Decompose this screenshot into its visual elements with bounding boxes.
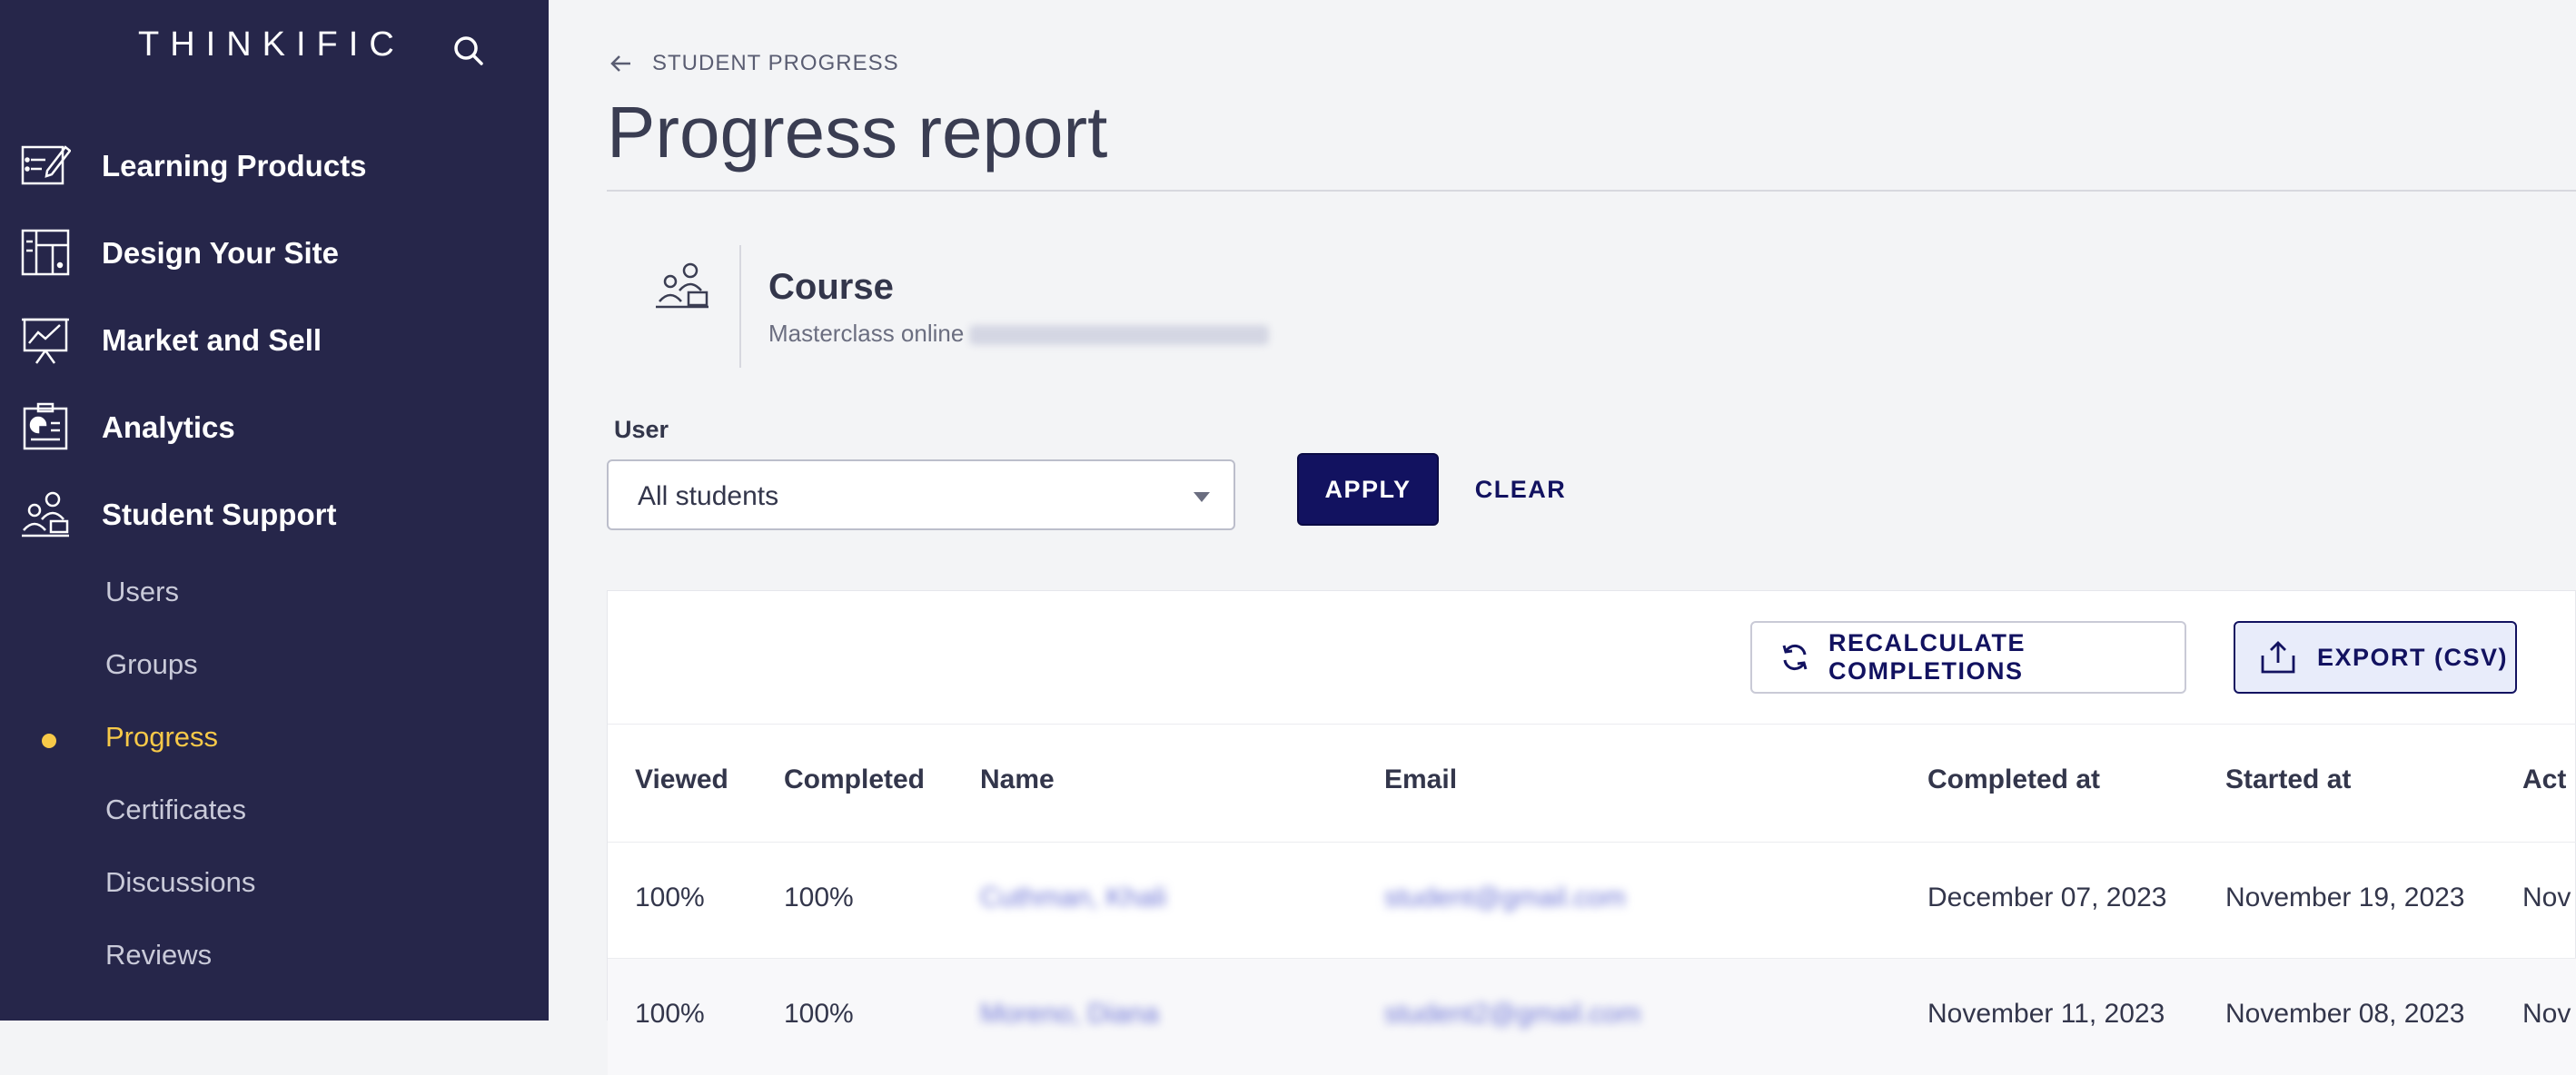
column-header-email[interactable]: Email	[1384, 764, 1457, 795]
learning-products-icon	[20, 140, 72, 191]
sidebar-item-label: Certificates	[105, 794, 247, 825]
cell-completed: 100%	[784, 999, 854, 1029]
sidebar-item-users[interactable]: Users	[0, 567, 549, 621]
cell-email[interactable]: student2@gmail.com	[1384, 999, 1640, 1030]
sidebar-item-groups[interactable]: Groups	[0, 639, 549, 694]
course-summary: Course Masterclass online	[607, 245, 1424, 368]
table-row[interactable]: 100% 100% Cuthman, Khali student@gmail.c…	[608, 842, 2576, 959]
clear-button[interactable]: CLEAR	[1457, 453, 1584, 526]
sidebar-item-progress[interactable]: Progress	[0, 712, 549, 766]
column-header-viewed[interactable]: Viewed	[635, 764, 728, 795]
recalculate-label: RECALCULATE COMPLETIONS	[1828, 629, 2026, 685]
upload-icon	[2259, 639, 2297, 676]
sidebar-item-discussions[interactable]: Discussions	[0, 857, 549, 912]
nav-learning-products[interactable]: Learning Products	[0, 134, 549, 198]
students-icon	[652, 258, 712, 318]
refresh-icon	[1779, 642, 1810, 673]
market-sell-icon	[20, 314, 71, 365]
cell-activity: Nov	[2522, 883, 2571, 912]
cell-completed-at: November 11, 2023	[1927, 999, 2165, 1029]
column-header-completed-at[interactable]: Completed at	[1927, 764, 2100, 795]
column-header-started-at[interactable]: Started at	[2225, 764, 2351, 795]
sidebar-item-label: Reviews	[105, 939, 213, 971]
export-label: EXPORT (CSV)	[2317, 643, 2509, 671]
cell-name[interactable]: Moreno, Diana	[980, 999, 1159, 1030]
nav-label: Learning Products	[102, 149, 367, 182]
cell-activity: Nov	[2522, 999, 2571, 1029]
nav-analytics[interactable]: Analytics	[0, 396, 549, 459]
table-row[interactable]: 100% 100% Moreno, Diana student2@gmail.c…	[608, 958, 2576, 1075]
progress-table-panel: RECALCULATE COMPLETIONS EXPORT (CSV) Vie…	[607, 590, 2576, 1075]
cell-name[interactable]: Cuthman, Khali	[980, 883, 1166, 913]
redacted-text	[969, 325, 1270, 346]
user-select[interactable]: All students	[607, 459, 1235, 530]
recalculate-completions-button[interactable]: RECALCULATE COMPLETIONS	[1750, 621, 2186, 694]
sidebar-item-label: Discussions	[105, 866, 256, 898]
column-header-completed[interactable]: Completed	[784, 764, 925, 795]
nav-label: Analytics	[102, 410, 235, 444]
course-type: Course	[768, 267, 894, 307]
sidebar-item-label: Progress	[105, 721, 219, 753]
cell-completed-at: December 07, 2023	[1927, 883, 2167, 912]
page-title: Progress report	[607, 92, 1108, 173]
sidebar-item-label: Users	[105, 576, 179, 607]
search-icon[interactable]	[449, 31, 489, 71]
nav-market-and-sell[interactable]: Market and Sell	[0, 309, 549, 372]
nav-label: Design Your Site	[102, 236, 340, 270]
student-support-icon	[20, 488, 71, 539]
cell-started-at: November 19, 2023	[2225, 883, 2465, 912]
active-indicator	[42, 734, 56, 748]
nav-student-support[interactable]: Student Support	[0, 483, 549, 547]
user-select-value: All students	[638, 481, 779, 511]
nav-label: Market and Sell	[102, 323, 322, 357]
course-name-text: Masterclass online	[768, 320, 965, 347]
chevron-down-icon	[1194, 492, 1210, 502]
cell-started-at: November 08, 2023	[2225, 999, 2465, 1029]
divider	[739, 245, 741, 368]
apply-button[interactable]: APPLY	[1297, 453, 1439, 526]
sidebar-item-reviews[interactable]: Reviews	[0, 930, 549, 984]
analytics-icon	[20, 401, 71, 452]
course-name: Masterclass online	[768, 320, 1270, 348]
export-csv-button[interactable]: EXPORT (CSV)	[2234, 621, 2517, 694]
table-header: Viewed Completed Name Email Completed at…	[608, 725, 2576, 841]
cell-viewed: 100%	[635, 999, 705, 1029]
column-header-name[interactable]: Name	[980, 764, 1055, 795]
sidebar: THINKIFIC Learning Products Design Your …	[0, 0, 549, 1021]
sidebar-item-label: Groups	[105, 648, 198, 680]
cell-viewed: 100%	[635, 883, 705, 912]
column-header-activity[interactable]: Act	[2522, 764, 2566, 795]
user-filter-label: User	[614, 416, 669, 443]
nav-label: Student Support	[102, 498, 337, 531]
design-site-icon	[20, 227, 71, 278]
back-link[interactable]: STUDENT PROGRESS	[609, 51, 899, 76]
divider	[607, 190, 2576, 192]
arrow-left-icon	[609, 51, 634, 76]
sidebar-item-certificates[interactable]: Certificates	[0, 784, 549, 839]
brand-logo[interactable]: THINKIFIC	[138, 25, 405, 64]
main-content: STUDENT PROGRESS Progress report Course …	[549, 0, 2576, 1075]
cell-completed: 100%	[784, 883, 854, 912]
back-link-label: STUDENT PROGRESS	[652, 51, 899, 75]
cell-email[interactable]: student@gmail.com	[1384, 883, 1626, 913]
nav-design-your-site[interactable]: Design Your Site	[0, 222, 549, 285]
